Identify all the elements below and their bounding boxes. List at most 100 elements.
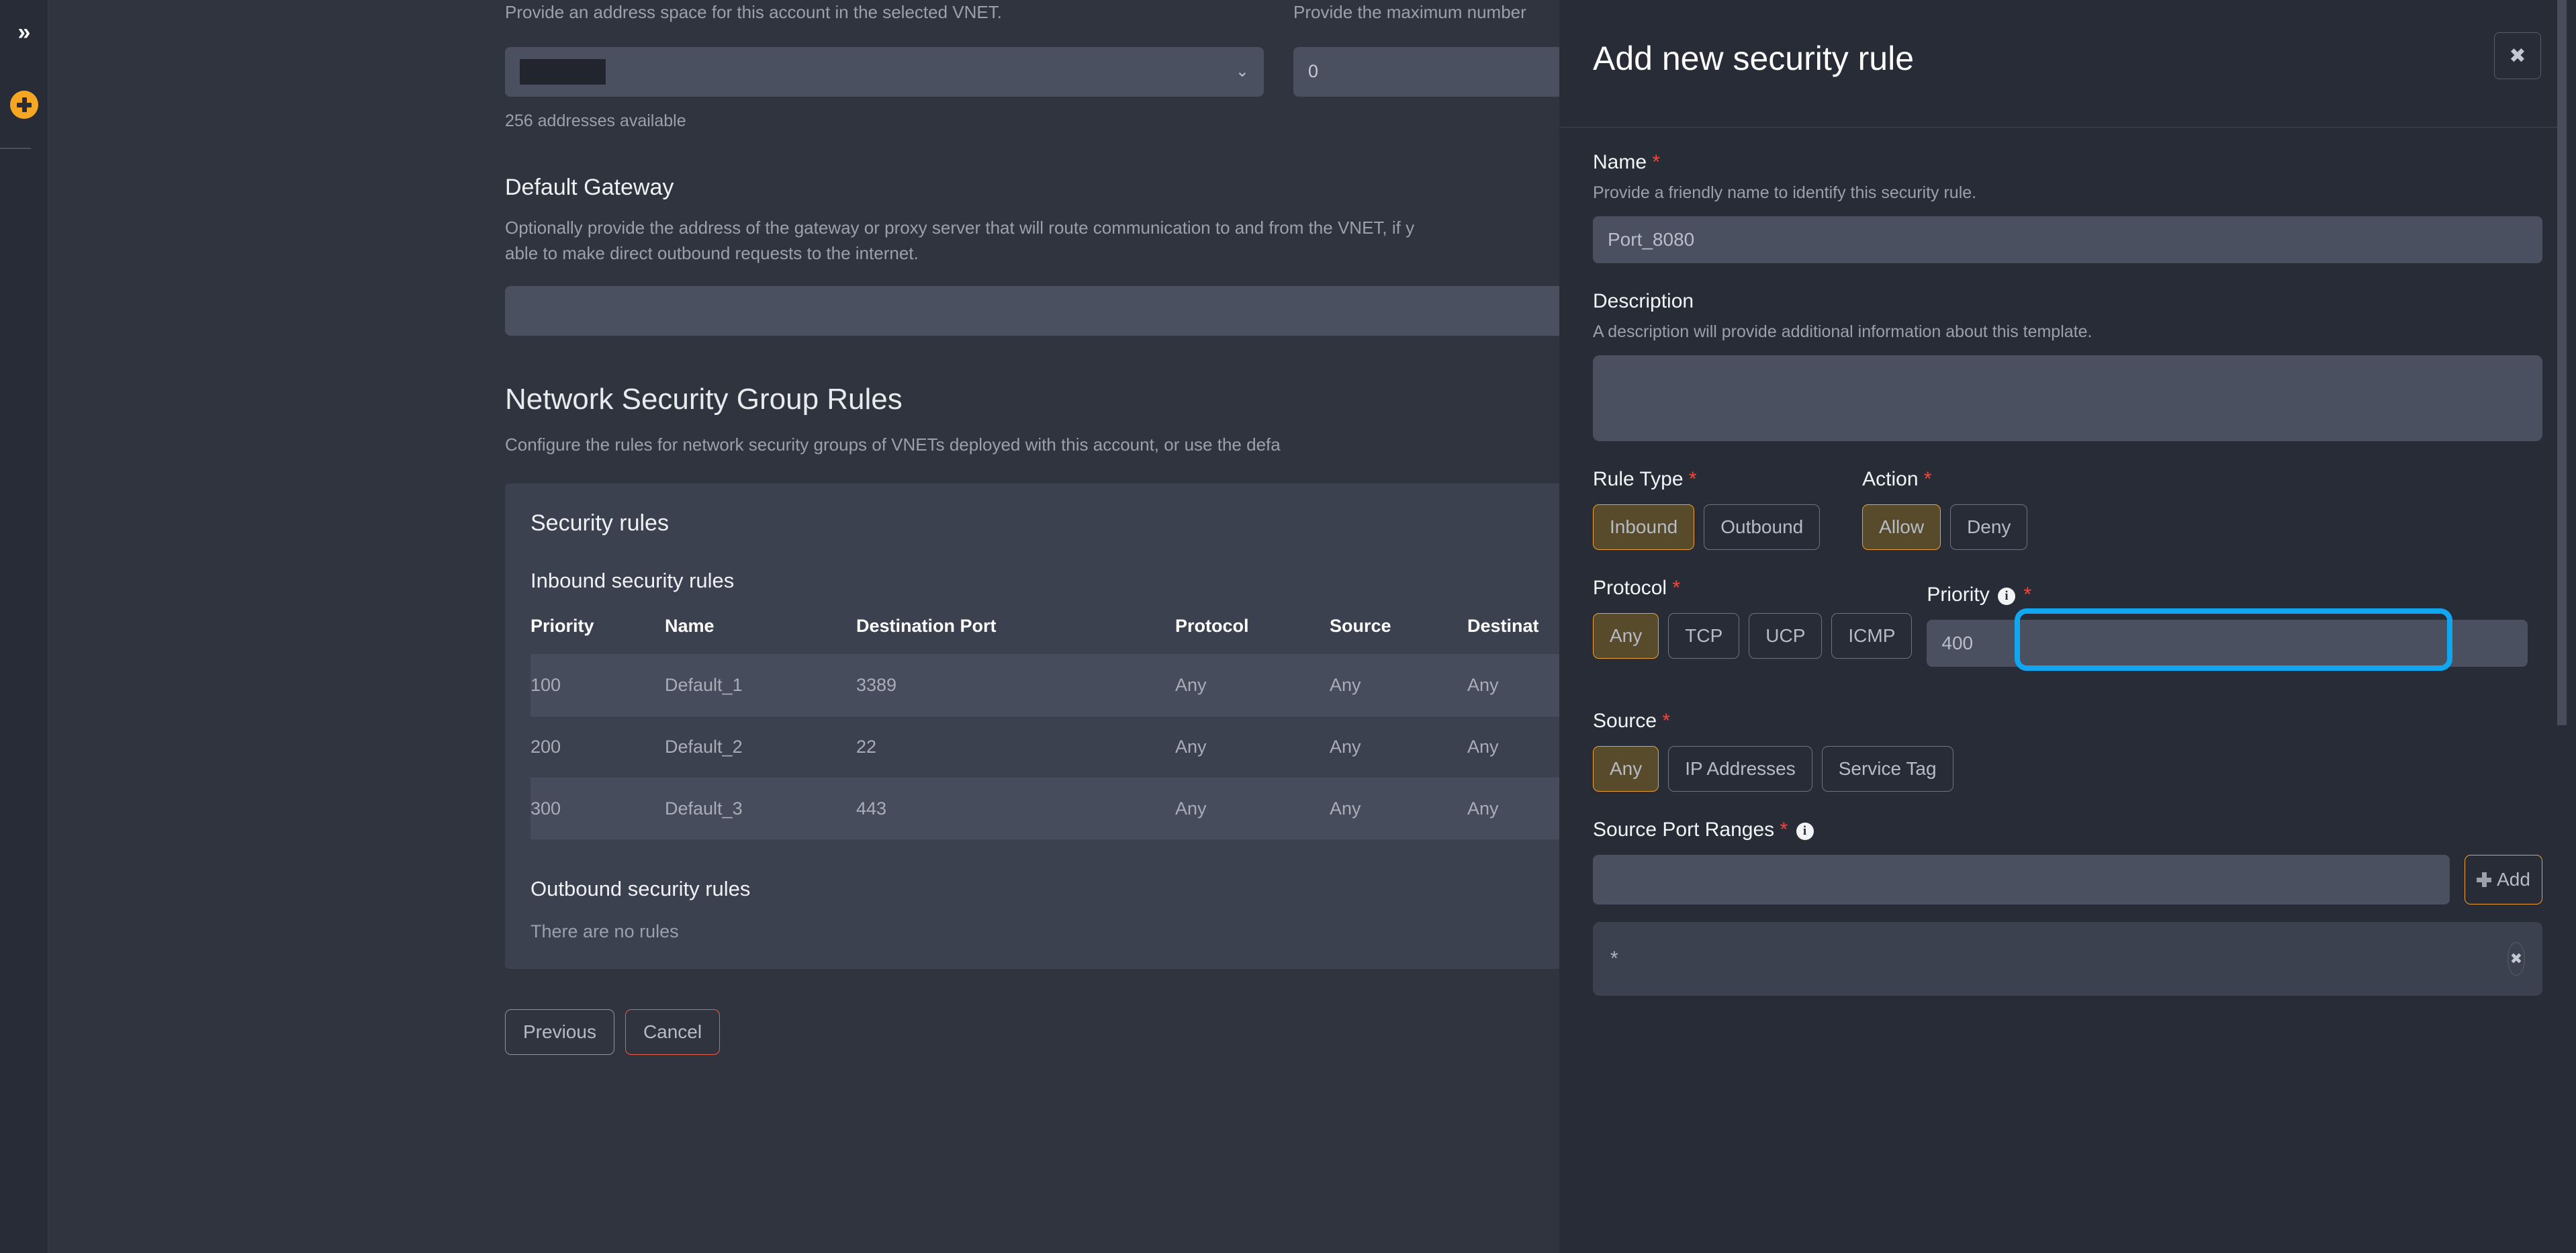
rule-type-option-inbound[interactable]: Inbound <box>1593 504 1695 550</box>
cell-protocol: Any <box>1175 716 1330 778</box>
panel-body: Name * Provide a friendly name to identi… <box>1559 128 2576 1253</box>
cell-name: Default_1 <box>665 654 856 716</box>
name-required-marker: * <box>1652 151 1661 173</box>
source-option-any[interactable]: Any <box>1593 746 1659 792</box>
name-label-text: Name <box>1593 151 1647 173</box>
source-segmented: Any IP Addresses Service Tag <box>1593 746 2542 792</box>
source-port-ranges-input[interactable] <box>1593 855 2450 904</box>
rail-divider <box>0 148 31 149</box>
col-source: Source <box>1330 616 1391 636</box>
outbound-rules-empty: There are no rules <box>531 921 679 941</box>
priority-required-marker: * <box>2023 584 2032 606</box>
security-rules-card: Security rules Inbound security rules Pr… <box>505 483 1605 970</box>
expand-sidebar-icon[interactable]: » <box>12 20 36 44</box>
address-space-select[interactable]: ⌄ <box>505 46 1264 97</box>
description-textarea[interactable] <box>1593 355 2542 441</box>
col-destination-port: Destination Port <box>856 616 997 636</box>
action-label: Action * <box>1862 468 2542 491</box>
priority-group: Priority i * 400 <box>1912 550 2542 683</box>
description-help: A description will provide additional in… <box>1593 322 2092 341</box>
protocol-option-tcp[interactable]: TCP <box>1668 613 1740 659</box>
add-port-range-label: Add <box>2497 869 2530 890</box>
name-input[interactable]: Port_8080 <box>1593 216 2542 263</box>
rule-type-required-marker: * <box>1688 468 1697 490</box>
table-row[interactable]: 200 Default_2 22 Any Any Any <box>531 716 1605 778</box>
priority-label-text: Priority <box>1927 584 1990 606</box>
rule-type-label-text: Rule Type <box>1593 468 1684 490</box>
action-option-allow[interactable]: Allow <box>1862 504 1941 550</box>
col-name: Name <box>665 616 715 636</box>
priority-input[interactable]: 400 <box>1927 620 2528 667</box>
action-label-text: Action <box>1862 468 1919 490</box>
panel-scrollbar-thumb[interactable] <box>2557 0 2567 725</box>
source-port-range-chip-value: * <box>1610 947 1618 970</box>
col-protocol: Protocol <box>1175 616 1249 636</box>
remove-icon[interactable]: ✖ <box>2508 942 2525 976</box>
info-icon[interactable]: i <box>1998 588 2016 605</box>
source-label-text: Source <box>1593 710 1657 732</box>
action-group: Action * Allow Deny <box>1862 441 2542 550</box>
cell-destination-port: 3389 <box>856 654 1175 716</box>
rule-type-segmented: Inbound Outbound <box>1593 504 1862 550</box>
protocol-segmented: Any TCP UCP ICMP <box>1593 613 1913 659</box>
source-port-range-chip: * ✖ <box>1593 922 2542 996</box>
panel-header: Add new security rule ✖ <box>1559 0 2576 128</box>
protocol-option-ucp[interactable]: UCP <box>1749 613 1823 659</box>
chevron-down-icon: ⌄ <box>1235 62 1249 81</box>
previous-button[interactable]: Previous <box>505 1009 614 1056</box>
cell-destination-port: 443 <box>856 778 1175 839</box>
close-icon[interactable]: ✖ <box>2494 32 2541 79</box>
protocol-label: Protocol * <box>1593 577 1912 600</box>
cell-destination-port: 22 <box>856 716 1175 778</box>
source-label: Source * <box>1593 710 2542 733</box>
rule-type-group: Rule Type * Inbound Outbound <box>1593 441 1862 550</box>
protocol-option-any[interactable]: Any <box>1593 613 1659 659</box>
cell-name: Default_2 <box>665 716 856 778</box>
description-label: Description <box>1593 290 1694 312</box>
source-port-ranges-label: Source Port Ranges * i <box>1593 819 2542 841</box>
protocol-group: Protocol * Any TCP UCP ICMP <box>1593 550 1913 683</box>
table-row[interactable]: 300 Default_3 443 Any Any Any <box>531 778 1605 839</box>
panel-scrollbar-track[interactable] <box>2557 0 2576 1253</box>
rule-type-option-outbound[interactable]: Outbound <box>1704 504 1821 550</box>
inbound-rules-title: Inbound security rules <box>531 569 735 592</box>
default-gateway-input[interactable] <box>505 286 1566 336</box>
add-port-range-button[interactable]: Add <box>2465 855 2542 904</box>
add-icon[interactable] <box>10 91 38 119</box>
source-port-ranges-label-text: Source Port Ranges <box>1593 819 1775 841</box>
address-space-note: 256 addresses available <box>505 111 686 130</box>
source-port-ranges-add-row: Add <box>1593 855 2542 904</box>
inbound-rules-table: Priority Name Destination Port Protocol … <box>531 616 1605 839</box>
cell-source: Any <box>1330 716 1467 778</box>
cell-source: Any <box>1330 778 1467 839</box>
security-rules-title: Security rules <box>531 510 669 536</box>
cell-priority: 300 <box>531 778 665 839</box>
protocol-required-marker: * <box>1672 577 1681 599</box>
action-option-deny[interactable]: Deny <box>1950 504 2028 550</box>
name-help: Provide a friendly name to identify this… <box>1593 183 1977 202</box>
source-port-ranges-required-marker: * <box>1780 819 1788 841</box>
address-space-field: Provide an address space for this accoun… <box>505 0 1264 133</box>
rule-type-label: Rule Type * <box>1593 468 1862 491</box>
col-priority: Priority <box>531 616 594 636</box>
panel-title: Add new security rule <box>1593 40 1915 77</box>
protocol-label-text: Protocol <box>1593 577 1667 599</box>
left-rail: » <box>0 0 48 1253</box>
address-space-help: Provide an address space for this accoun… <box>505 2 1002 22</box>
table-row[interactable]: 100 Default_1 3389 Any Any Any <box>531 654 1605 716</box>
table-header-row: Priority Name Destination Port Protocol … <box>531 616 1605 655</box>
cell-protocol: Any <box>1175 654 1330 716</box>
protocol-option-icmp[interactable]: ICMP <box>1831 613 1913 659</box>
outbound-rules-title: Outbound security rules <box>531 877 751 900</box>
source-option-service-tag[interactable]: Service Tag <box>1821 746 1953 792</box>
source-option-ip-addresses[interactable]: IP Addresses <box>1668 746 1812 792</box>
plus-icon <box>2477 872 2492 887</box>
name-label: Name * <box>1593 151 2542 174</box>
cell-source: Any <box>1330 654 1467 716</box>
source-required-marker: * <box>1662 710 1671 732</box>
cell-priority: 200 <box>531 716 665 778</box>
protocol-priority-row: Protocol * Any TCP UCP ICMP Priority i * <box>1593 550 2542 683</box>
cell-priority: 100 <box>531 654 665 716</box>
cancel-button[interactable]: Cancel <box>625 1009 721 1056</box>
info-icon[interactable]: i <box>1796 823 1814 840</box>
